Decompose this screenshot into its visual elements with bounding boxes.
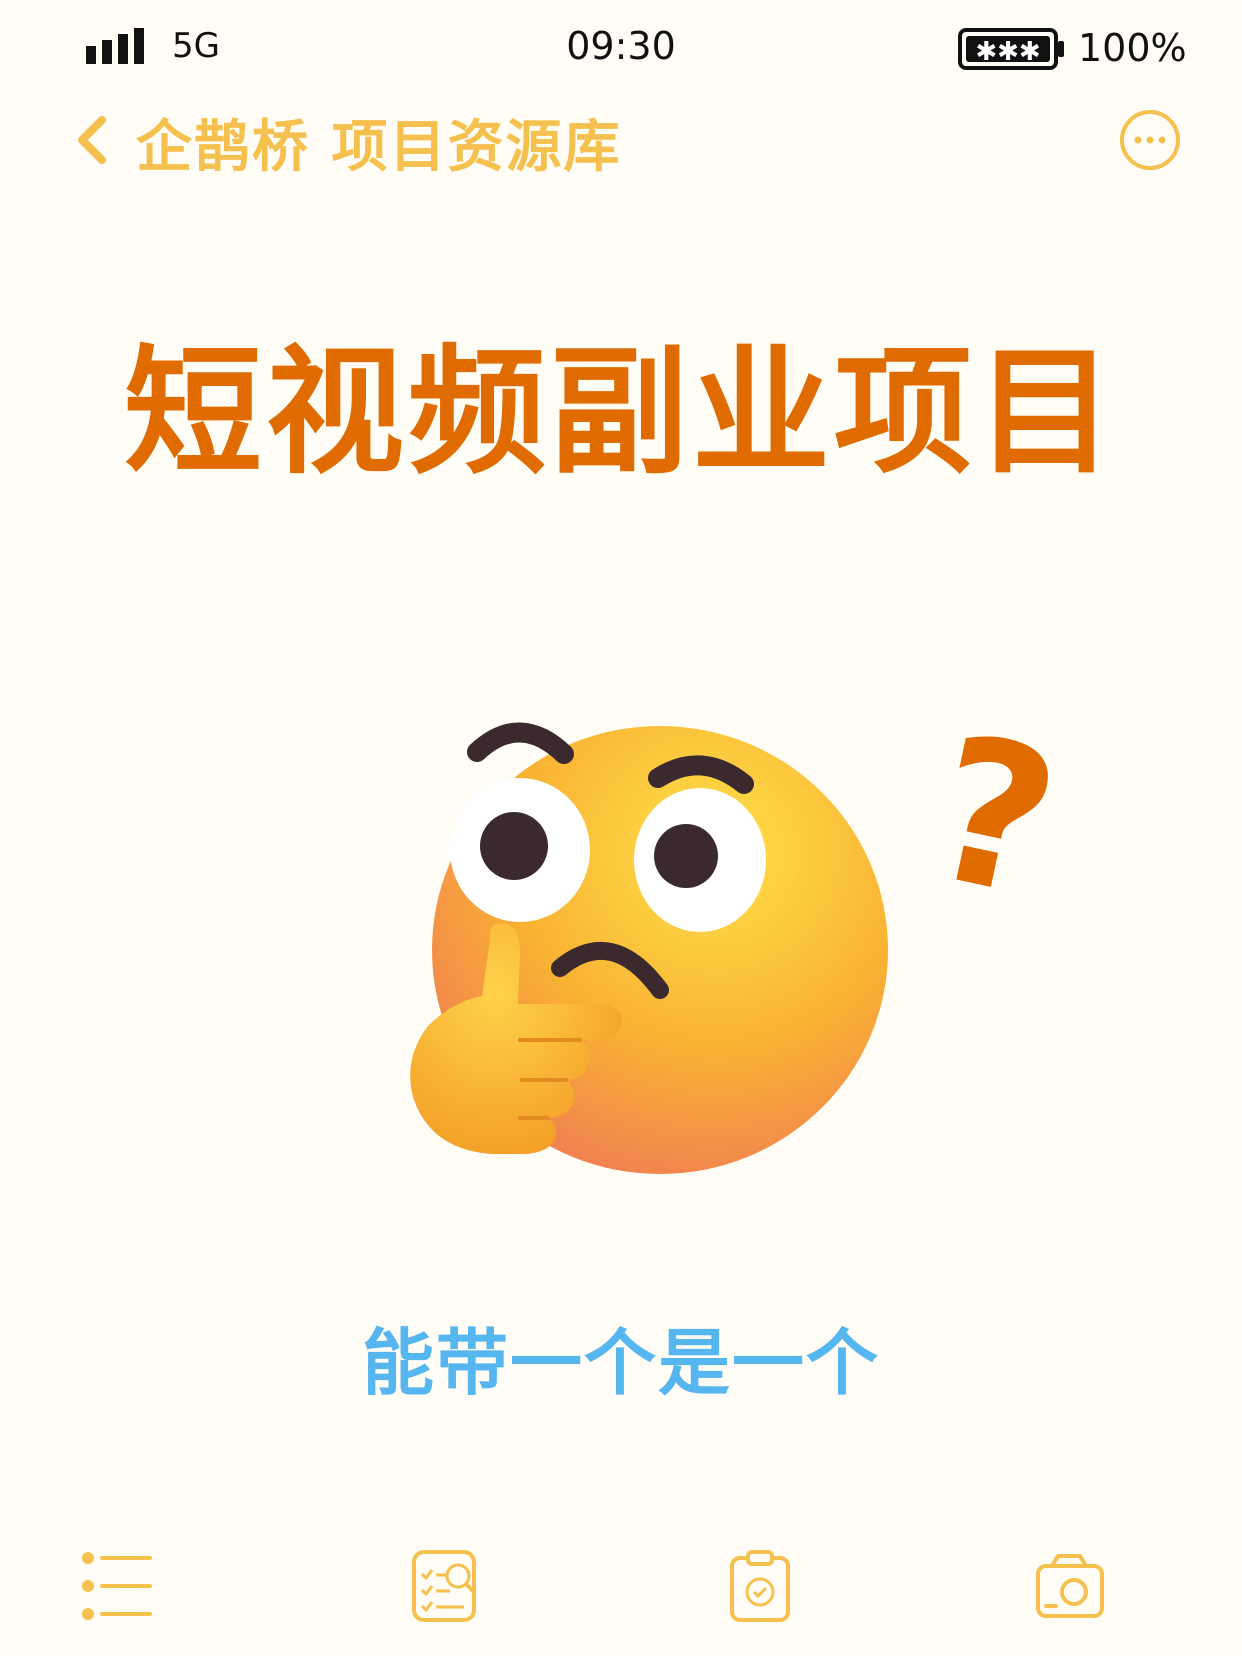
status-bar: 5G 09:30 ✱✱✱ 100% [0,0,1242,100]
svg-text:✱✱✱: ✱✱✱ [975,37,1040,67]
page-headline: 短视频副业项目 [123,332,1118,493]
chevron-left-icon[interactable] [72,114,112,166]
checklist-icon[interactable] [80,1548,156,1624]
more-horizontal-icon[interactable] [1118,108,1182,172]
page-subtitle: 能带一个是一个 [361,1321,880,1405]
battery-percent: 100% [1078,26,1187,70]
clipboard-check-icon[interactable] [724,1548,800,1624]
question-mark: ? [913,691,1076,944]
search-document-icon[interactable] [408,1548,484,1624]
thinking-face-icon [410,722,888,1174]
battery-icon: ✱✱✱ [958,28,1064,70]
camera-icon[interactable] [1034,1548,1106,1624]
nav-title: 企鹊桥 项目资源库 [136,115,622,180]
